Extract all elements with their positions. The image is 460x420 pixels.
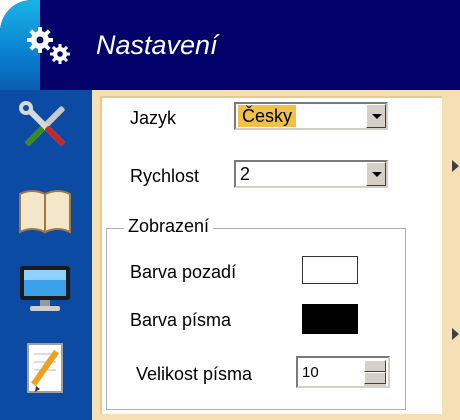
title-bar: Nastavení bbox=[0, 0, 460, 90]
language-select-value: Česky bbox=[238, 105, 297, 127]
sidebar bbox=[0, 90, 92, 420]
speed-label: Rychlost bbox=[130, 166, 200, 186]
chevron-down-icon[interactable] bbox=[366, 104, 386, 128]
notepad-pencil-icon[interactable] bbox=[16, 340, 74, 396]
monitor-icon[interactable] bbox=[16, 260, 74, 316]
display-group-title: Zobrazení bbox=[124, 216, 214, 237]
background-color-swatch[interactable] bbox=[302, 256, 358, 284]
gears-icon bbox=[27, 27, 70, 64]
scroll-strip bbox=[448, 90, 460, 420]
language-label: Jazyk bbox=[130, 108, 177, 128]
spinner-buttons bbox=[364, 360, 386, 386]
font-color-swatch[interactable] bbox=[302, 304, 358, 334]
speed-select[interactable]: 2 bbox=[234, 160, 388, 188]
font-size-spinner[interactable]: 10 bbox=[296, 356, 390, 388]
window-title: Nastavení bbox=[96, 30, 218, 60]
chevron-down-icon[interactable] bbox=[366, 162, 386, 186]
tools-icon[interactable] bbox=[16, 98, 74, 154]
scroll-right-arrow-icon[interactable] bbox=[452, 160, 459, 172]
spin-up-button[interactable] bbox=[364, 360, 386, 372]
book-icon[interactable] bbox=[16, 182, 74, 238]
settings-window: Nastavení Jazyk Česky Rychlost 2 Zobraze… bbox=[0, 0, 460, 420]
font-color-label: Barva písma bbox=[130, 310, 232, 330]
background-color-label: Barva pozadí bbox=[130, 262, 237, 282]
font-size-value: 10 bbox=[302, 364, 319, 381]
font-size-label: Velikost písma bbox=[136, 364, 253, 384]
scroll-right-arrow-icon[interactable] bbox=[452, 328, 459, 340]
language-select[interactable]: Česky bbox=[234, 102, 388, 130]
speed-select-value: 2 bbox=[240, 164, 251, 184]
spin-down-button[interactable] bbox=[364, 372, 386, 384]
